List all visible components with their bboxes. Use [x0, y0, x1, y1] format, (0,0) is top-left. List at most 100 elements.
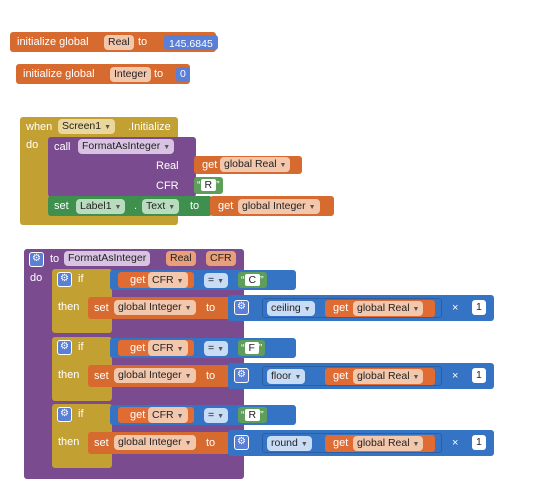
component-dropdown-screen1[interactable]: Screen1 ▼	[58, 119, 116, 134]
math-multiply-block[interactable]: ⚙ floor ▼ get global Real ▼ × 1	[228, 363, 494, 389]
text-value[interactable]: R	[244, 409, 261, 421]
text-value[interactable]: C	[244, 274, 261, 286]
get-global-real-block[interactable]: get global Real ▼	[194, 156, 302, 174]
number-one[interactable]: 1	[472, 435, 486, 450]
set-global-integer-block[interactable]: set global Integer▼ then to	[88, 365, 232, 387]
to-label: to	[190, 200, 200, 212]
chevron-down-icon: ▼	[184, 305, 192, 312]
do-label: do	[26, 139, 39, 151]
if-label: if	[78, 273, 84, 285]
gear-icon[interactable]: ⚙	[57, 272, 72, 287]
variable-dropdown[interactable]: global Real ▼	[353, 436, 424, 451]
operator-dropdown[interactable]: = ▼	[204, 341, 229, 356]
param-real[interactable]: Real	[166, 251, 196, 266]
variable-dropdown[interactable]: global Integer ▼	[238, 199, 320, 214]
variable-dropdown[interactable]: CFR ▼	[148, 407, 188, 423]
math-func-block[interactable]: floor ▼ get global Real ▼	[262, 366, 442, 386]
gear-icon[interactable]: ⚙	[234, 435, 249, 450]
text-literal-block[interactable]: “R”	[238, 407, 267, 423]
get-cfr-block[interactable]: get CFR ▼	[118, 272, 194, 288]
var-name-real[interactable]: Real	[104, 35, 134, 50]
gear-icon[interactable]: ⚙	[234, 368, 249, 383]
get-cfr-block[interactable]: get CFR ▼	[118, 340, 194, 356]
math-multiply-block[interactable]: ⚙ round ▼ get global Real ▼ × 1	[228, 430, 494, 456]
get-global-integer-block[interactable]: get global Integer ▼	[210, 196, 334, 216]
get-cfr-block[interactable]: get CFR ▼	[118, 407, 194, 423]
param-cfr[interactable]: CFR	[206, 251, 236, 266]
variable-dropdown[interactable]: CFR ▼	[148, 340, 188, 356]
func-dropdown[interactable]: round ▼	[267, 436, 312, 451]
do-label: do	[30, 272, 43, 284]
arg-cfr-label: CFR	[156, 180, 179, 192]
gear-icon[interactable]: ⚙	[29, 252, 44, 267]
variable-dropdown[interactable]: global Real ▼	[220, 157, 291, 172]
get-global-real-block[interactable]: get global Real ▼	[325, 300, 435, 317]
text-value[interactable]: R	[200, 179, 217, 191]
text-literal-block[interactable]: “C”	[238, 272, 267, 288]
to-label: to	[206, 370, 216, 382]
number-one[interactable]: 1	[472, 368, 486, 383]
chevron-down-icon: ▼	[217, 278, 225, 285]
get-label: get	[130, 342, 146, 354]
procedure-dropdown[interactable]: FormatAsInteger ▼	[78, 139, 175, 154]
number-one[interactable]: 1	[472, 300, 486, 315]
compare-block[interactable]: get CFR ▼ = ▼ “C”	[110, 270, 296, 290]
if-label: if	[78, 341, 84, 353]
text-value[interactable]: F	[244, 342, 259, 354]
set-global-integer-block[interactable]: set global Integer▼ then to	[88, 297, 232, 319]
property-dropdown-text[interactable]: Text ▼	[142, 199, 180, 214]
operator-dropdown[interactable]: = ▼	[204, 273, 229, 288]
set-label: set	[54, 200, 69, 212]
number-value-real[interactable]: 145.6845	[164, 35, 218, 50]
chevron-down-icon: ▼	[176, 278, 184, 285]
set-label: set	[94, 437, 109, 449]
event-label: .Initialize	[128, 121, 171, 133]
to-label: to	[154, 68, 164, 80]
variable-dropdown[interactable]: CFR ▼	[148, 272, 188, 288]
number-value-integer[interactable]: 0	[176, 67, 190, 82]
chevron-down-icon: ▼	[168, 204, 176, 211]
math-func-block[interactable]: ceiling ▼ get global Real ▼	[262, 298, 442, 318]
func-dropdown[interactable]: floor ▼	[267, 369, 306, 384]
chevron-down-icon: ▼	[176, 346, 184, 353]
variable-dropdown[interactable]: global Integer ▼	[114, 435, 196, 450]
gear-icon[interactable]: ⚙	[57, 407, 72, 422]
variable-dropdown[interactable]: global Real ▼	[353, 301, 424, 316]
arg-real-label: Real	[156, 160, 179, 172]
to-label: to	[206, 302, 216, 314]
compare-block[interactable]: get CFR ▼ = ▼ “F”	[110, 338, 296, 358]
math-func-block[interactable]: round ▼ get global Real ▼	[262, 433, 442, 453]
gear-icon[interactable]: ⚙	[57, 340, 72, 355]
set-label-text-block[interactable]: set Label1 ▼ . Text ▼ to	[48, 196, 212, 216]
get-label: get	[333, 302, 349, 314]
init-global-real-block[interactable]: initialize global Real to 145.6845	[10, 32, 218, 52]
operator-dropdown[interactable]: = ▼	[204, 408, 229, 423]
variable-dropdown[interactable]: global Integer ▼	[114, 368, 196, 383]
to-label: to	[50, 253, 60, 265]
chevron-down-icon: ▼	[104, 124, 112, 131]
set-global-integer-block[interactable]: set global Integer▼ then to	[88, 432, 232, 454]
func-dropdown[interactable]: ceiling ▼	[267, 301, 315, 316]
var-name-integer[interactable]: Integer	[110, 67, 151, 82]
call-procedure-block[interactable]: call FormatAsInteger ▼ Real CFR	[48, 137, 196, 197]
chevron-down-icon: ▼	[279, 162, 287, 169]
text-literal-block[interactable]: “R”	[194, 177, 223, 194]
get-global-real-block[interactable]: get global Real ▼	[325, 368, 435, 385]
get-label: get	[333, 370, 349, 382]
text-literal-block[interactable]: “F”	[238, 340, 266, 356]
compare-block[interactable]: get CFR ▼ = ▼ “R”	[110, 405, 296, 425]
init-global-integer-block[interactable]: initialize global Integer to 0	[16, 64, 190, 84]
procedure-name-field[interactable]: FormatAsInteger	[64, 251, 151, 266]
then-label: then	[58, 369, 80, 381]
gear-icon[interactable]: ⚙	[234, 300, 249, 315]
math-multiply-block[interactable]: ⚙ ceiling ▼ get global Real ▼ × 1	[228, 295, 494, 321]
get-global-real-block[interactable]: get global Real ▼	[325, 435, 435, 452]
chevron-down-icon: ▼	[184, 373, 192, 380]
chevron-down-icon: ▼	[412, 374, 420, 381]
variable-dropdown[interactable]: global Real ▼	[353, 369, 424, 384]
component-dropdown-label1[interactable]: Label1 ▼	[76, 199, 126, 214]
when-label: when	[26, 121, 53, 133]
variable-dropdown[interactable]: global Integer ▼	[114, 300, 196, 315]
multiply-sign: ×	[452, 370, 459, 382]
set-label: set	[94, 370, 109, 382]
